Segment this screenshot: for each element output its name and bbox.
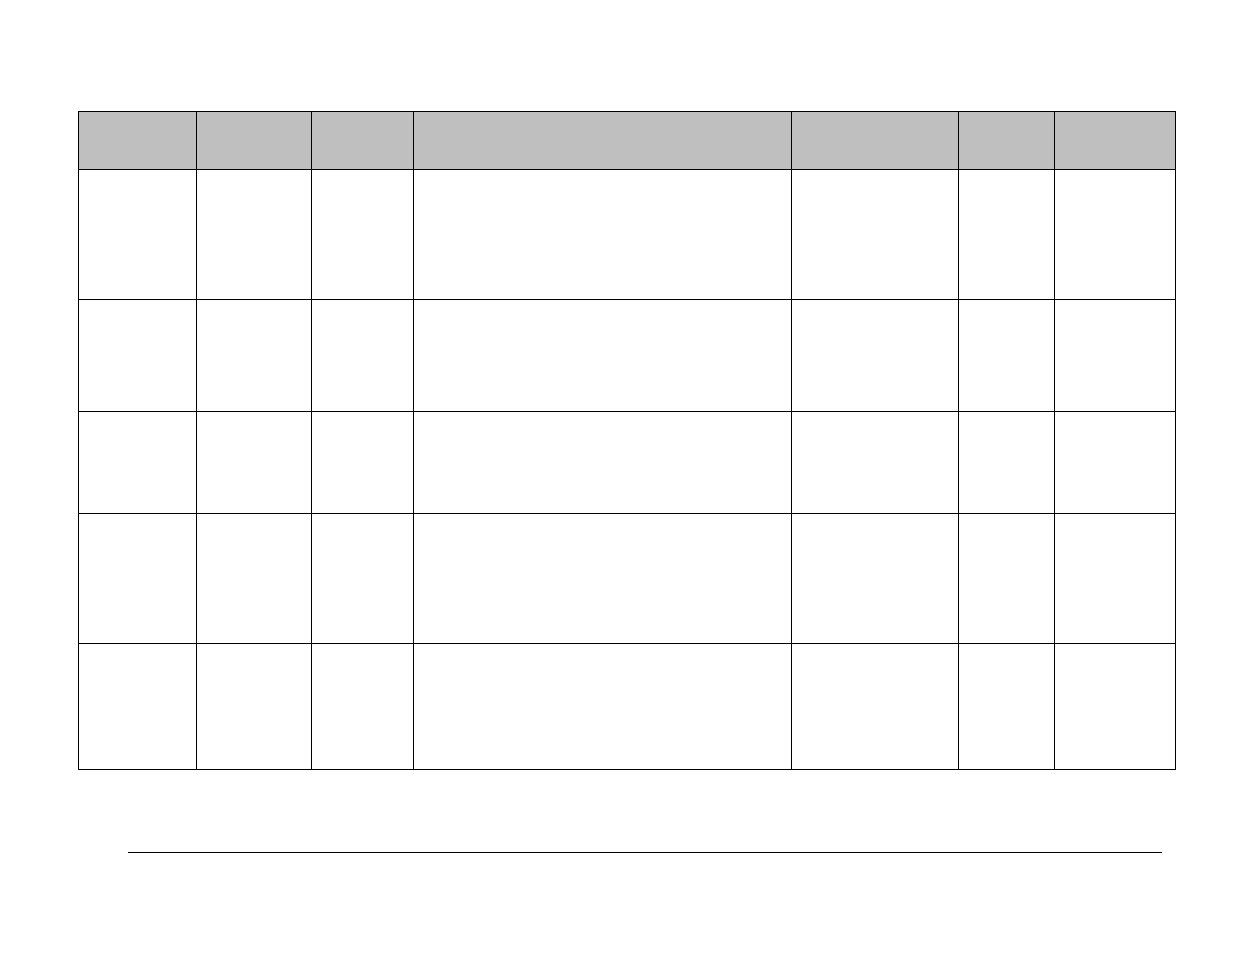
data-table xyxy=(78,111,1176,770)
table-cell xyxy=(792,412,959,514)
table-cell xyxy=(792,644,959,770)
table-cell xyxy=(312,514,414,644)
table-cell xyxy=(79,412,197,514)
table-header xyxy=(312,112,414,170)
table-cell xyxy=(414,412,792,514)
table-cell xyxy=(79,514,197,644)
table-cell xyxy=(312,412,414,514)
table-cell xyxy=(79,644,197,770)
table-header xyxy=(1055,112,1176,170)
table-cell xyxy=(79,170,197,300)
table-cell xyxy=(1055,514,1176,644)
table-cell xyxy=(959,170,1055,300)
table-cell xyxy=(792,300,959,412)
table-cell xyxy=(414,170,792,300)
table-header xyxy=(959,112,1055,170)
table-cell xyxy=(792,514,959,644)
table-cell xyxy=(1055,644,1176,770)
table-cell xyxy=(959,644,1055,770)
table-cell xyxy=(197,514,312,644)
horizontal-rule xyxy=(128,852,1162,853)
table-cell xyxy=(414,514,792,644)
table-cell xyxy=(959,300,1055,412)
table-header xyxy=(414,112,792,170)
table-cell xyxy=(959,412,1055,514)
table-cell xyxy=(197,170,312,300)
table-cell xyxy=(414,644,792,770)
table-cell xyxy=(414,300,792,412)
table-row xyxy=(79,514,1176,644)
table-cell xyxy=(792,170,959,300)
table-cell xyxy=(79,300,197,412)
table-cell xyxy=(1055,300,1176,412)
table-cell xyxy=(312,170,414,300)
table-cell xyxy=(197,300,312,412)
table-row xyxy=(79,300,1176,412)
table-cell xyxy=(1055,170,1176,300)
table-row xyxy=(79,170,1176,300)
table-header xyxy=(792,112,959,170)
table-header-row xyxy=(79,112,1176,170)
table-row xyxy=(79,412,1176,514)
table-cell xyxy=(197,644,312,770)
table-cell xyxy=(312,644,414,770)
table-row xyxy=(79,644,1176,770)
table-header xyxy=(197,112,312,170)
page xyxy=(0,0,1235,954)
table-cell xyxy=(959,514,1055,644)
table-cell xyxy=(1055,412,1176,514)
table-header xyxy=(79,112,197,170)
table-cell xyxy=(312,300,414,412)
table-cell xyxy=(197,412,312,514)
